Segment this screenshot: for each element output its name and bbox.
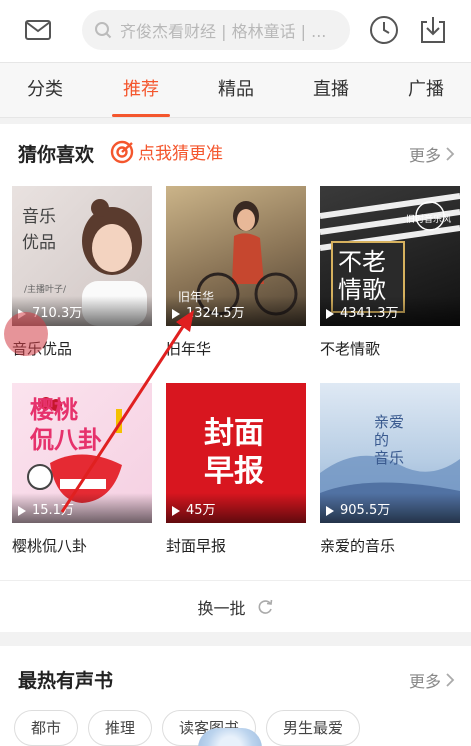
album-cover[interactable]: 樱桃 侃八卦 15.1万 — [12, 383, 152, 523]
search-placeholder: 齐俊杰看财经 | 格林童话 | ... — [120, 22, 327, 41]
cover-subtitle: /主播叶子/ — [24, 285, 67, 295]
download-icon[interactable] — [418, 14, 448, 46]
play-count: 4341.3万 — [320, 296, 460, 326]
play-count-value: 4341.3万 — [340, 306, 399, 321]
album-cover[interactable]: 亲爱 的 音乐 905.5万 — [320, 383, 460, 523]
refresh-label: 换一批 — [197, 598, 246, 618]
floating-player-disc[interactable] — [198, 728, 262, 746]
album-cover[interactable]: 不老 情歌 旧时音乐风 4341.3万 — [320, 186, 460, 326]
album-item[interactable]: 不老 情歌 旧时音乐风 4341.3万 不老情歌 — [320, 186, 460, 359]
play-count: 15.1万 — [12, 493, 152, 523]
album-name: 不老情歌 — [320, 340, 381, 358]
album-item[interactable]: 音乐 优品 /主播叶子/ 710.3万 音乐优品 — [12, 186, 152, 359]
cover-title: 音乐 优品 — [22, 207, 56, 253]
play-icon — [18, 506, 26, 516]
play-count: 45万 — [166, 493, 306, 523]
play-icon — [172, 506, 180, 516]
play-count-value: 15.1万 — [32, 503, 74, 518]
chevron-right-icon — [446, 673, 455, 687]
mail-icon[interactable] — [24, 18, 52, 42]
album-item[interactable]: 亲爱 的 音乐 905.5万 亲爱的音乐 — [320, 383, 460, 556]
top-bar: 齐俊杰看财经 | 格林童话 | ... — [0, 0, 471, 62]
guess-you-like-section: 猜你喜欢 点我猜更准 更多 音乐 优品 /主播叶子/ 710.3万 音乐优品 1… — [0, 124, 471, 632]
chevron-right-icon — [446, 147, 455, 161]
play-icon — [172, 309, 180, 319]
cover-title: 亲爱 的 音乐 — [374, 413, 405, 467]
search-icon — [95, 22, 112, 39]
cover-title: 封面 早报 — [204, 416, 264, 489]
active-tab-indicator — [112, 114, 170, 117]
album-item[interactable]: 旧年华 1324.5万 旧年华 — [166, 186, 306, 359]
category-tabs: 分类 推荐 精品 直播 广播 — [0, 62, 471, 118]
target-icon — [110, 140, 134, 163]
play-count-value: 905.5万 — [340, 503, 391, 518]
cover-title: 樱桃 侃八卦 — [30, 396, 102, 454]
play-count: 905.5万 — [320, 493, 460, 523]
cover-subtitle: 旧时音乐风 — [406, 215, 452, 225]
guess-hint-label: 点我猜更准 — [138, 144, 223, 164]
refresh-button[interactable]: 换一批 — [0, 580, 471, 632]
tag-chip[interactable]: 男生最爱 — [266, 710, 361, 746]
album-name: 旧年华 — [166, 340, 212, 358]
album-name: 封面早报 — [166, 537, 227, 555]
tab-category[interactable]: 分类 — [5, 63, 85, 119]
album-cover[interactable]: 音乐 优品 /主播叶子/ 710.3万 — [12, 186, 152, 326]
more-label: 更多 — [408, 672, 441, 691]
search-bar[interactable]: 齐俊杰看财经 | 格林童话 | ... — [82, 10, 350, 50]
more-label: 更多 — [408, 146, 441, 165]
album-name: 亲爱的音乐 — [320, 537, 396, 555]
album-item[interactable]: 封面 早报 45万 封面早报 — [166, 383, 306, 556]
tab-radio[interactable]: 广播 — [386, 63, 466, 119]
play-count: 710.3万 — [12, 296, 152, 326]
guess-more-accurate-button[interactable]: 点我猜更准 — [110, 139, 223, 164]
play-icon — [326, 506, 334, 516]
more-link[interactable]: 更多 — [409, 668, 455, 692]
play-icon — [18, 309, 26, 319]
refresh-icon — [258, 599, 272, 614]
tab-recommend[interactable]: 推荐 — [101, 63, 181, 119]
more-link[interactable]: 更多 — [409, 142, 455, 166]
section-title: 猜你喜欢 — [18, 144, 95, 166]
play-count-value: 45万 — [186, 503, 216, 518]
album-cover[interactable]: 旧年华 1324.5万 — [166, 186, 306, 326]
section-title: 最热有声书 — [18, 670, 114, 692]
tag-chip[interactable]: 都市 — [14, 710, 79, 746]
tag-chips: 都市 推理 读客图书 男生最爱 — [14, 710, 370, 746]
tab-premium[interactable]: 精品 — [196, 63, 276, 119]
tab-live[interactable]: 直播 — [291, 63, 371, 119]
album-name: 樱桃侃八卦 — [12, 537, 88, 555]
album-item[interactable]: 樱桃 侃八卦 15.1万 樱桃侃八卦 — [12, 383, 152, 556]
album-name: 音乐优品 — [12, 340, 73, 358]
play-count-value: 1324.5万 — [186, 306, 245, 321]
tag-chip[interactable]: 推理 — [88, 710, 153, 746]
album-cover[interactable]: 封面 早报 45万 — [166, 383, 306, 523]
clock-icon[interactable] — [368, 14, 400, 46]
play-count-value: 710.3万 — [32, 306, 83, 321]
play-count: 1324.5万 — [166, 296, 306, 326]
play-icon — [326, 309, 334, 319]
